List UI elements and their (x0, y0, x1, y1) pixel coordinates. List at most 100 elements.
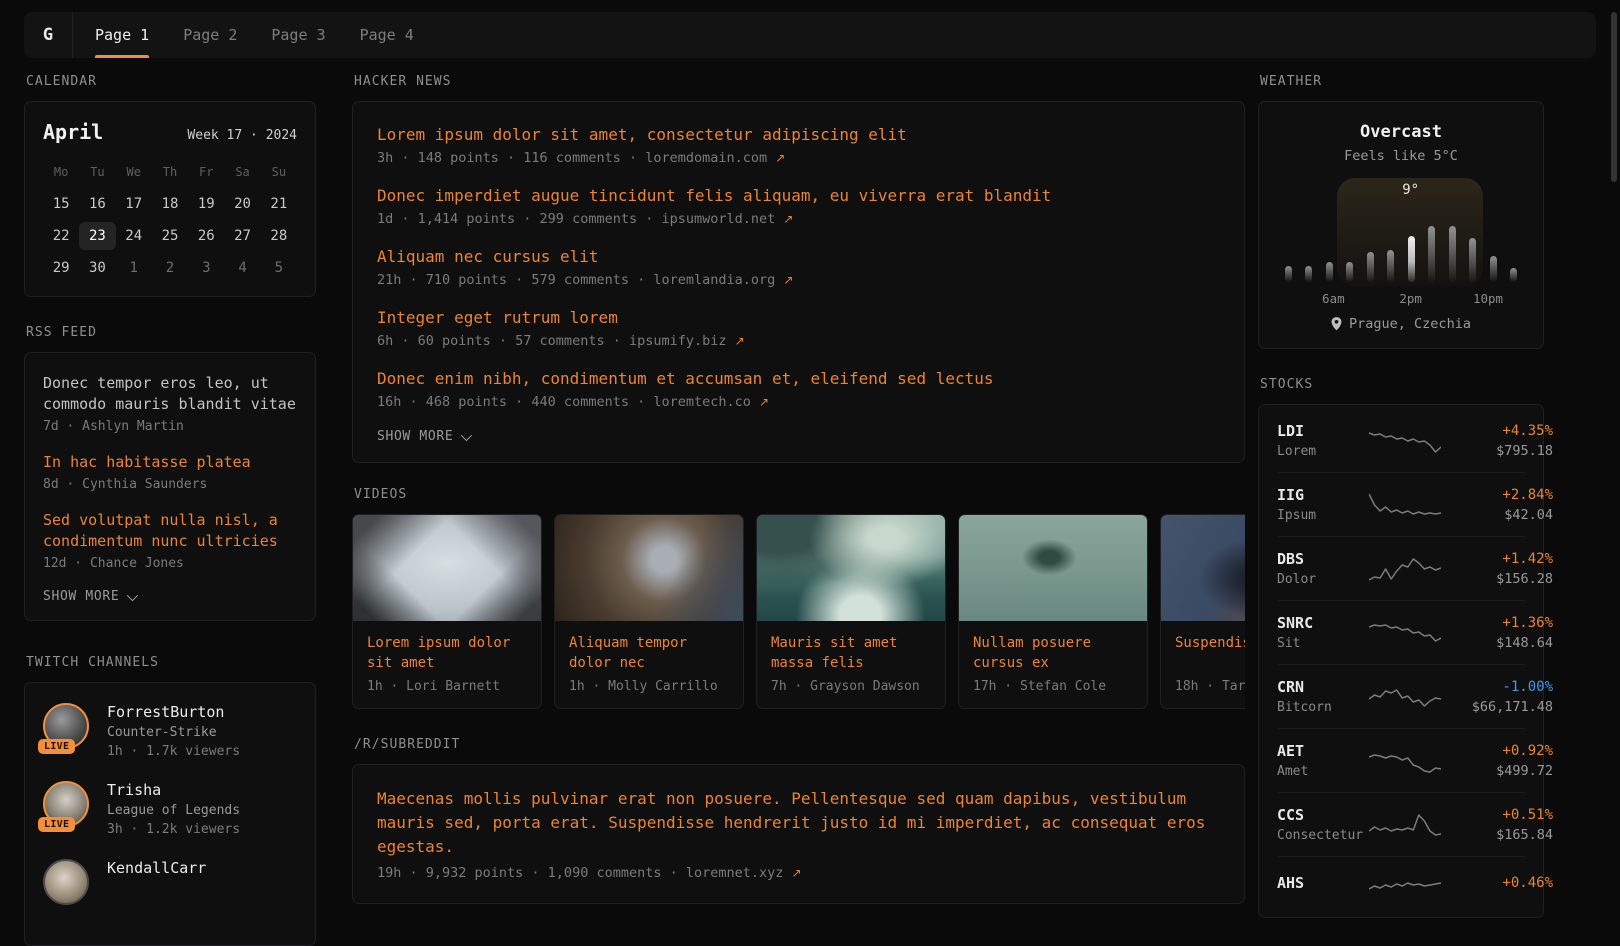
video-card[interactable]: Suspendisse diam 18h · Tara (1160, 514, 1245, 709)
hackernews-item: Integer eget rutrum lorem 6h · 60 points… (377, 307, 1220, 349)
nav-page-tab-2[interactable]: Page 2 (183, 12, 237, 58)
hackernews-item: Aliquam nec cursus elit 21h · 710 points… (377, 246, 1220, 288)
nav-page-tab-3[interactable]: Page 3 (271, 12, 325, 58)
stock-name: Lorem (1277, 444, 1369, 459)
rss-item-meta: 8d · Cynthia Saunders (43, 477, 297, 492)
subreddit-section-label: /R/SUBREDDIT (354, 737, 1245, 752)
stock-name: Dolor (1277, 572, 1369, 587)
video-card[interactable]: Nullam posuere cursus ex 17h · Stefan Co… (958, 514, 1148, 709)
calendar-day-header: Sa (224, 158, 260, 186)
external-link-icon: ↗ (792, 866, 802, 880)
hackernews-item-link[interactable]: Donec imperdiet augue tincidunt felis al… (377, 185, 1220, 207)
calendar-grid: MoTuWeThFrSaSu15161718192021222324252627… (43, 158, 297, 282)
stock-row[interactable]: SNRC Sit +1.36% $148.64 (1277, 600, 1525, 664)
external-link-icon: ↗ (775, 151, 785, 165)
channel-name: KendallCarr (107, 859, 206, 877)
stock-name: Bitcorn (1277, 700, 1369, 715)
scrollbar-thumb[interactable] (1611, 12, 1617, 182)
weather-widget: Overcast Feels like 5°C 6am2pm9°10pm Pra… (1258, 101, 1544, 349)
calendar-day-cell: 27 (224, 222, 260, 250)
hn-show-more-label: SHOW MORE (377, 429, 453, 444)
weather-bar (1285, 266, 1292, 282)
video-card[interactable]: Aliquam tempor dolor nec pharetra… 1h · … (554, 514, 744, 709)
stock-row[interactable]: LDI Lorem +4.35% $795.18 (1277, 409, 1525, 472)
stock-change: +0.51% (1441, 807, 1553, 823)
rss-item-link[interactable]: In hac habitasse platea (43, 452, 297, 473)
rss-item-link[interactable]: Sed volutpat nulla nisl, a condimentum n… (43, 510, 297, 552)
stocks-widget: LDI Lorem +4.35% $795.18 IIG Ipsum +2.84… (1258, 404, 1544, 918)
hackernews-item-link[interactable]: Aliquam nec cursus elit (377, 246, 1220, 268)
stock-row[interactable]: IIG Ipsum +2.84% $42.04 (1277, 472, 1525, 536)
hackernews-item: Donec imperdiet augue tincidunt felis al… (377, 185, 1220, 227)
twitch-channel-row[interactable]: LIVE Trisha League of Legends 3h · 1.2k … (43, 781, 297, 837)
nav-page-tab-4[interactable]: Page 4 (360, 12, 414, 58)
video-title-link[interactable]: Lorem ipsum dolor sit amet consectetu… (367, 633, 527, 673)
rss-item: In hac habitasse platea 8d · Cynthia Sau… (43, 452, 297, 492)
stock-row[interactable]: AET Amet +0.92% $499.72 (1277, 728, 1525, 792)
calendar-day-cell: 19 (188, 190, 224, 218)
hackernews-item-meta: 16h · 468 points · 440 comments · loremt… (377, 394, 1220, 410)
stock-row[interactable]: AHS +0.46% (1277, 856, 1525, 913)
page-tabs: Page 1 Page 2 Page 3 Page 4 (73, 12, 414, 58)
calendar-day-cell: 25 (152, 222, 188, 250)
stock-price: $148.64 (1441, 635, 1553, 651)
stock-name: Sit (1277, 636, 1369, 651)
calendar-section-label: CALENDAR (26, 74, 316, 89)
hackernews-item-meta: 1d · 1,414 points · 299 comments · ipsum… (377, 211, 1220, 227)
stock-price: $499.72 (1441, 763, 1553, 779)
channel-game: Counter-Strike (107, 725, 240, 740)
top-nav-bar: G Page 1 Page 2 Page 3 Page 4 (24, 12, 1596, 58)
rss-item-link[interactable]: Donec tempor eros leo, ut commodo mauris… (43, 373, 297, 415)
calendar-day-cell: 5 (261, 254, 297, 282)
weather-bar (1449, 226, 1456, 282)
hackernews-widget: Lorem ipsum dolor sit amet, consectetur … (352, 101, 1245, 463)
video-meta: 1h · Molly Carrillo (569, 679, 729, 694)
video-title-link[interactable]: Suspendisse diam (1175, 633, 1245, 673)
stock-ticker: CCS (1277, 806, 1369, 824)
stock-sparkline (1369, 746, 1441, 776)
twitch-widget: LIVE ForrestBurton Counter-Strike 1h · 1… (24, 682, 316, 946)
hackernews-section-label: HACKER NEWS (354, 74, 1245, 89)
video-title-link[interactable]: Mauris sit amet massa felis (771, 633, 931, 673)
stock-change: +1.42% (1441, 551, 1553, 567)
weather-hour-label: 6am (1322, 291, 1345, 306)
stock-row[interactable]: DBS Dolor +1.42% $156.28 (1277, 536, 1525, 600)
rss-section-label: RSS FEED (26, 325, 316, 340)
stock-price: $165.84 (1441, 827, 1553, 843)
hackernews-item-meta-text: 1d · 1,414 points · 299 comments · ipsum… (377, 211, 775, 227)
video-title-link[interactable]: Nullam posuere cursus ex (973, 633, 1133, 673)
channel-game: League of Legends (107, 803, 240, 818)
weather-bar (1469, 238, 1476, 282)
stock-ticker: AET (1277, 742, 1369, 760)
app-logo[interactable]: G (24, 12, 73, 58)
nav-page-tab-1[interactable]: Page 1 (95, 12, 149, 58)
calendar-day-cell: 22 (43, 222, 79, 250)
calendar-day-cell: 29 (43, 254, 79, 282)
rss-show-more-button[interactable]: SHOW MORE (43, 589, 297, 604)
weather-bar (1387, 250, 1394, 282)
hackernews-item-link[interactable]: Donec enim nibh, condimentum et accumsan… (377, 368, 1220, 390)
twitch-channel-row[interactable]: LIVE ForrestBurton Counter-Strike 1h · 1… (43, 703, 297, 759)
weather-bar (1428, 226, 1435, 282)
stock-ticker: DBS (1277, 550, 1369, 568)
video-card[interactable]: Lorem ipsum dolor sit amet consectetu… 1… (352, 514, 542, 709)
hackernews-item-link[interactable]: Integer eget rutrum lorem (377, 307, 1220, 329)
calendar-day-cell: 15 (43, 190, 79, 218)
channel-viewers: 1h · 1.7k viewers (107, 744, 240, 759)
hackernews-item-link[interactable]: Lorem ipsum dolor sit amet, consectetur … (377, 124, 1220, 146)
rss-item: Donec tempor eros leo, ut commodo mauris… (43, 373, 297, 434)
video-card[interactable]: Mauris sit amet massa felis 7h · Grayson… (756, 514, 946, 709)
weather-bar (1367, 252, 1374, 282)
stock-row[interactable]: CRN Bitcorn -1.00% $66,171.48 (1277, 664, 1525, 728)
video-title-link[interactable]: Aliquam tempor dolor nec pharetra… (569, 633, 729, 673)
weather-bar (1346, 262, 1353, 282)
subreddit-post-link[interactable]: Maecenas mollis pulvinar erat non posuer… (377, 787, 1220, 859)
calendar-day-cell: 17 (116, 190, 152, 218)
weather-location-text: Prague, Czechia (1349, 316, 1471, 332)
stock-change: +0.92% (1441, 743, 1553, 759)
stock-price: $795.18 (1441, 443, 1553, 459)
stock-row[interactable]: CCS Consectetur +0.51% $165.84 (1277, 792, 1525, 856)
rss-widget: Donec tempor eros leo, ut commodo mauris… (24, 352, 316, 621)
hackernews-show-more-button[interactable]: SHOW MORE (377, 429, 1220, 444)
video-meta: 17h · Stefan Cole (973, 679, 1133, 694)
